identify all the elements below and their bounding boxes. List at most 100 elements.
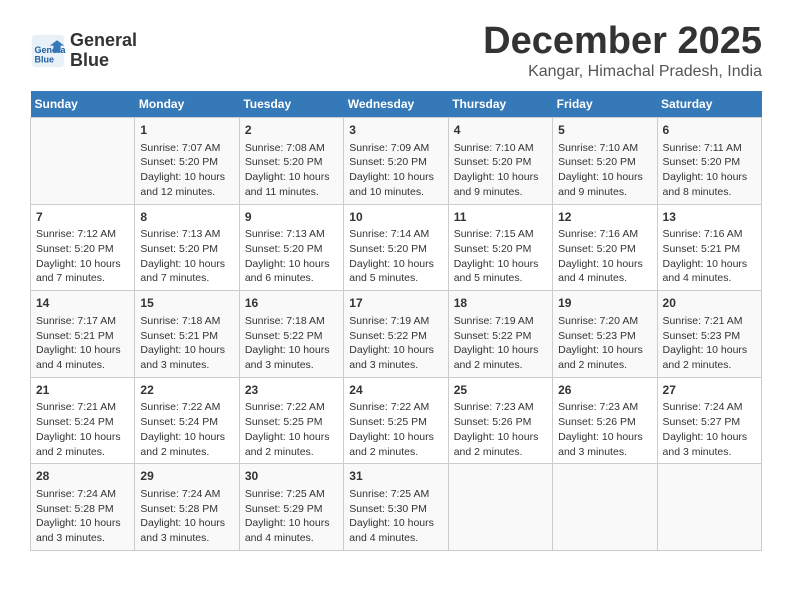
calendar-cell: 8Sunrise: 7:13 AMSunset: 5:20 PMDaylight… — [135, 204, 239, 291]
day-number: 11 — [454, 209, 547, 226]
calendar-cell: 26Sunrise: 7:23 AMSunset: 5:26 PMDayligh… — [553, 377, 657, 464]
logo-text: General Blue — [70, 31, 137, 71]
day-number: 7 — [36, 209, 129, 226]
day-number: 18 — [454, 295, 547, 312]
logo-icon: General Blue — [30, 33, 66, 69]
calendar-cell: 20Sunrise: 7:21 AMSunset: 5:23 PMDayligh… — [657, 291, 761, 378]
day-number: 2 — [245, 122, 338, 139]
day-number: 17 — [349, 295, 442, 312]
day-number: 8 — [140, 209, 233, 226]
day-number: 28 — [36, 468, 129, 485]
day-info: Sunrise: 7:13 AMSunset: 5:20 PMDaylight:… — [140, 227, 233, 286]
calendar-cell: 1Sunrise: 7:07 AMSunset: 5:20 PMDaylight… — [135, 118, 239, 205]
location: Kangar, Himachal Pradesh, India — [483, 63, 762, 81]
day-info: Sunrise: 7:17 AMSunset: 5:21 PMDaylight:… — [36, 314, 129, 373]
day-number: 14 — [36, 295, 129, 312]
day-info: Sunrise: 7:18 AMSunset: 5:22 PMDaylight:… — [245, 314, 338, 373]
calendar-cell: 25Sunrise: 7:23 AMSunset: 5:26 PMDayligh… — [448, 377, 552, 464]
day-number: 6 — [663, 122, 756, 139]
calendar-cell: 3Sunrise: 7:09 AMSunset: 5:20 PMDaylight… — [344, 118, 448, 205]
day-number: 12 — [558, 209, 651, 226]
week-row-0: 1Sunrise: 7:07 AMSunset: 5:20 PMDaylight… — [31, 118, 762, 205]
logo: General Blue General Blue — [30, 31, 137, 71]
weekday-header-monday: Monday — [135, 91, 239, 118]
calendar-cell: 2 Sunrise: 7:08 AMSunset: 5:20 PMDaylight… — [239, 118, 343, 205]
week-row-3: 21Sunrise: 7:21 AMSunset: 5:24 PMDayligh… — [31, 377, 762, 464]
day-info: Sunrise: 7:24 AMSunset: 5:28 PMDaylight:… — [36, 487, 129, 546]
day-info: Sunrise: 7:20 AMSunset: 5:23 PMDaylight:… — [558, 314, 651, 373]
day-info: Sunrise: 7:08 AMSunset: 5:20 PMDaylight:… — [245, 141, 338, 200]
header-right: December 2025 Kangar, Himachal Pradesh, … — [483, 20, 762, 81]
calendar-cell: 15Sunrise: 7:18 AMSunset: 5:21 PMDayligh… — [135, 291, 239, 378]
calendar-cell — [553, 464, 657, 551]
calendar-cell: 23Sunrise: 7:22 AMSunset: 5:25 PMDayligh… — [239, 377, 343, 464]
calendar-cell: 4 Sunrise: 7:10 AMSunset: 5:20 PMDaylight… — [448, 118, 552, 205]
week-row-2: 14 Sunrise: 7:17 AMSunset: 5:21 PMDayligh… — [31, 291, 762, 378]
calendar-cell: 24Sunrise: 7:22 AMSunset: 5:25 PMDayligh… — [344, 377, 448, 464]
day-number: 22 — [140, 382, 233, 399]
calendar-cell: 6Sunrise: 7:11 AMSunset: 5:20 PMDaylight… — [657, 118, 761, 205]
day-number: 25 — [454, 382, 547, 399]
calendar-cell: 7Sunrise: 7:12 AMSunset: 5:20 PMDaylight… — [31, 204, 135, 291]
calendar-cell: 31 Sunrise: 7:25 AMSunset: 5:30 PMDayligh… — [344, 464, 448, 551]
day-number: 19 — [558, 295, 651, 312]
day-info: Sunrise: 7:23 AMSunset: 5:26 PMDaylight:… — [558, 400, 651, 459]
calendar-cell: 10Sunrise: 7:14 AMSunset: 5:20 PMDayligh… — [344, 204, 448, 291]
weekday-header-sunday: Sunday — [31, 91, 135, 118]
day-info: Sunrise: 7:16 AMSunset: 5:21 PMDaylight:… — [663, 227, 756, 286]
calendar-cell: 27Sunrise: 7:24 AMSunset: 5:27 PMDayligh… — [657, 377, 761, 464]
day-number: 3 — [349, 122, 442, 139]
day-number: 23 — [245, 382, 338, 399]
day-number: 13 — [663, 209, 756, 226]
day-info: Sunrise: 7:21 AMSunset: 5:24 PMDaylight:… — [36, 400, 129, 459]
day-info: Sunrise: 7:25 AMSunset: 5:30 PMDaylight:… — [349, 487, 442, 546]
day-number: 24 — [349, 382, 442, 399]
calendar-cell — [448, 464, 552, 551]
day-info: Sunrise: 7:10 AMSunset: 5:20 PMDaylight:… — [558, 141, 651, 200]
calendar-table: SundayMondayTuesdayWednesdayThursdayFrid… — [30, 91, 762, 551]
day-info: Sunrise: 7:22 AMSunset: 5:24 PMDaylight:… — [140, 400, 233, 459]
weekday-header-friday: Friday — [553, 91, 657, 118]
day-info: Sunrise: 7:25 AMSunset: 5:29 PMDaylight:… — [245, 487, 338, 546]
day-info: Sunrise: 7:24 AMSunset: 5:28 PMDaylight:… — [140, 487, 233, 546]
day-info: Sunrise: 7:14 AMSunset: 5:20 PMDaylight:… — [349, 227, 442, 286]
day-info: Sunrise: 7:10 AMSunset: 5:20 PMDaylight:… — [454, 141, 547, 200]
day-info: Sunrise: 7:22 AMSunset: 5:25 PMDaylight:… — [245, 400, 338, 459]
calendar-cell: 16 Sunrise: 7:18 AMSunset: 5:22 PMDayligh… — [239, 291, 343, 378]
day-number: 1 — [140, 122, 233, 139]
calendar-cell: 19 Sunrise: 7:20 AMSunset: 5:23 PMDayligh… — [553, 291, 657, 378]
weekday-header-tuesday: Tuesday — [239, 91, 343, 118]
calendar-cell: 17 Sunrise: 7:19 AMSunset: 5:22 PMDayligh… — [344, 291, 448, 378]
day-info: Sunrise: 7:12 AMSunset: 5:20 PMDaylight:… — [36, 227, 129, 286]
calendar-cell: 11Sunrise: 7:15 AMSunset: 5:20 PMDayligh… — [448, 204, 552, 291]
day-number: 20 — [663, 295, 756, 312]
day-info: Sunrise: 7:19 AMSunset: 5:22 PMDaylight:… — [349, 314, 442, 373]
weekday-header-row: SundayMondayTuesdayWednesdayThursdayFrid… — [31, 91, 762, 118]
day-number: 4 — [454, 122, 547, 139]
day-number: 10 — [349, 209, 442, 226]
calendar-cell: 30Sunrise: 7:25 AMSunset: 5:29 PMDayligh… — [239, 464, 343, 551]
day-number: 31 — [349, 468, 442, 485]
day-number: 27 — [663, 382, 756, 399]
day-info: Sunrise: 7:23 AMSunset: 5:26 PMDaylight:… — [454, 400, 547, 459]
day-number: 21 — [36, 382, 129, 399]
day-number: 15 — [140, 295, 233, 312]
day-info: Sunrise: 7:19 AMSunset: 5:22 PMDaylight:… — [454, 314, 547, 373]
calendar-cell: 29 Sunrise: 7:24 AMSunset: 5:28 PMDayligh… — [135, 464, 239, 551]
day-number: 16 — [245, 295, 338, 312]
calendar-cell — [657, 464, 761, 551]
calendar-cell: 5Sunrise: 7:10 AMSunset: 5:20 PMDaylight… — [553, 118, 657, 205]
day-info: Sunrise: 7:16 AMSunset: 5:20 PMDaylight:… — [558, 227, 651, 286]
day-number: 29 — [140, 468, 233, 485]
calendar-cell — [31, 118, 135, 205]
day-info: Sunrise: 7:15 AMSunset: 5:20 PMDaylight:… — [454, 227, 547, 286]
svg-text:General: General — [35, 45, 67, 55]
calendar-cell: 12Sunrise: 7:16 AMSunset: 5:20 PMDayligh… — [553, 204, 657, 291]
svg-text:Blue: Blue — [35, 55, 55, 65]
calendar-cell: 18 Sunrise: 7:19 AMSunset: 5:22 PMDayligh… — [448, 291, 552, 378]
calendar-cell: 13Sunrise: 7:16 AMSunset: 5:21 PMDayligh… — [657, 204, 761, 291]
calendar-cell: 9Sunrise: 7:13 AMSunset: 5:20 PMDaylight… — [239, 204, 343, 291]
calendar-cell: 14 Sunrise: 7:17 AMSunset: 5:21 PMDayligh… — [31, 291, 135, 378]
weekday-header-wednesday: Wednesday — [344, 91, 448, 118]
month-title: December 2025 — [483, 20, 762, 63]
